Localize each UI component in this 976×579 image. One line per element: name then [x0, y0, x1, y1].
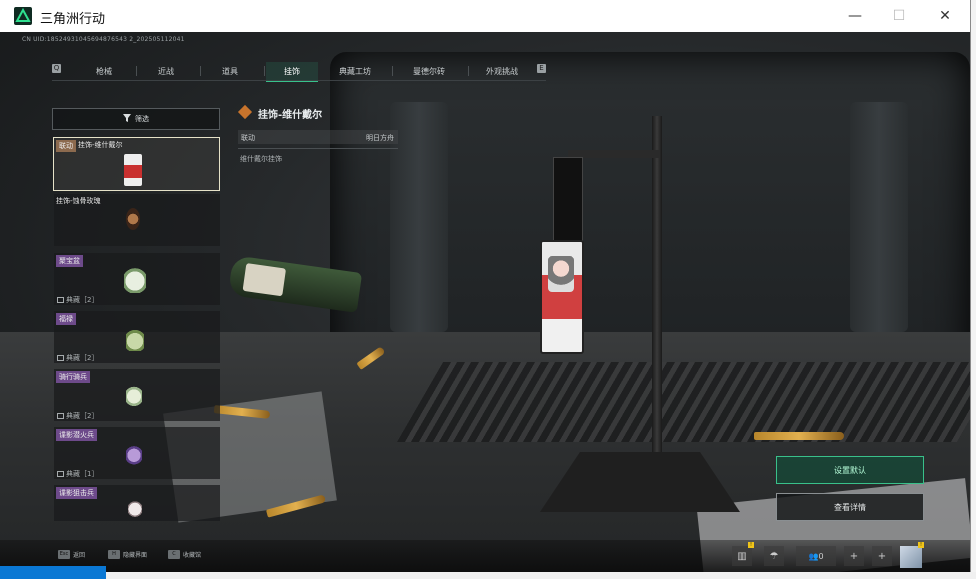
item-name: 挂饰-维什戴尔: [78, 141, 123, 149]
notification-badge: !: [918, 542, 924, 548]
image-icon: [57, 297, 64, 303]
key-h: H: [108, 550, 120, 559]
charm-item-card[interactable]: 骑行骑兵 典藏［2］: [54, 369, 220, 421]
charm-item-card[interactable]: 联动 挂饰-维什戴尔: [53, 137, 220, 191]
title-bar: 三角洲行动 — ☐ ✕: [0, 0, 970, 32]
item-name: 福禄: [56, 313, 76, 325]
hint-collection[interactable]: C 收藏馆: [168, 550, 201, 559]
hint-back[interactable]: Esc 返回: [58, 550, 85, 559]
key-c: C: [168, 550, 180, 559]
hint-label: 隐藏界面: [123, 552, 148, 559]
charm-stand-pole: [652, 116, 662, 486]
detail-title: 挂饰-维什戴尔: [258, 110, 323, 121]
charm-item-card[interactable]: 聚宝盆 典藏［2］: [54, 253, 220, 305]
taskbar-start-area[interactable]: [0, 566, 106, 579]
item-thumbnail: [124, 154, 142, 186]
bullet-prop: [754, 432, 844, 440]
filter-button[interactable]: 筛选: [52, 108, 220, 130]
item-thumbnail: [128, 497, 142, 519]
charm-item-card[interactable]: 挂饰-蚀骨玫瑰: [54, 194, 220, 246]
detail-description: 维什戴尔挂饰: [240, 155, 282, 163]
filter-label: 筛选: [135, 115, 149, 123]
taskbar: [0, 572, 976, 579]
crate-strap: [390, 102, 448, 332]
hint-hide-ui[interactable]: H 隐藏界面: [108, 550, 147, 559]
filter-icon: [123, 114, 131, 124]
squad-count: 0: [818, 551, 824, 561]
squad-icon[interactable]: 👥 0: [796, 546, 836, 566]
item-name: 骑行骑兵: [56, 371, 90, 383]
detail-divider: [238, 148, 398, 149]
charm-item-card[interactable]: 谍影潜火兵 典藏［1］: [54, 427, 220, 479]
tab-underline: [52, 80, 546, 81]
view-details-button[interactable]: 查看详情: [776, 493, 924, 521]
close-button[interactable]: ✕: [922, 0, 968, 32]
tab-appearance-challenge[interactable]: 外观挑战: [470, 62, 534, 80]
item-thumbnail: [126, 323, 144, 351]
charm-item-card[interactable]: 福禄 典藏［2］: [54, 311, 220, 363]
attribute-value: 明日方舟: [366, 134, 394, 142]
collection-count: 典藏［2］: [57, 353, 98, 363]
tab-mandel-brick[interactable]: 曼德尔砖: [394, 62, 464, 80]
detail-attribute-row: 联动 明日方舟: [238, 130, 398, 144]
app-logo-icon: [14, 7, 32, 25]
item-thumbnail: [126, 381, 142, 409]
avatar[interactable]: !: [900, 542, 924, 568]
item-thumbnail: [124, 263, 146, 293]
charm-preview[interactable]: [540, 240, 584, 354]
window-title: 三角洲行动: [40, 12, 106, 27]
tab-items[interactable]: 道具: [202, 62, 258, 80]
tab-separator: [392, 66, 393, 76]
tab-melee[interactable]: 近战: [138, 62, 194, 80]
hint-label: 收藏馆: [183, 552, 202, 559]
add-member-icon[interactable]: +: [872, 546, 892, 566]
item-name: 聚宝盆: [56, 255, 83, 267]
tab-charms[interactable]: 挂饰: [266, 62, 318, 82]
image-icon: [57, 355, 64, 361]
floor-grate: [396, 362, 970, 442]
collection-count: 典藏［1］: [57, 469, 98, 479]
game-window: 三角洲行动 — ☐ ✕ CN UID:18524931045694876543 …: [0, 0, 970, 572]
crate-strap: [850, 102, 908, 332]
key-esc: Esc: [58, 550, 70, 559]
tab-guns[interactable]: 枪械: [76, 62, 132, 80]
charm-strap: [553, 157, 583, 249]
maximize-button[interactable]: ☐: [876, 0, 922, 32]
tab-separator: [136, 66, 137, 76]
parachute-icon[interactable]: ☂: [764, 546, 784, 566]
charm-item-card[interactable]: 谍影狙击兵: [54, 485, 220, 521]
attribute-key: 联动: [241, 134, 255, 142]
image-icon: [57, 471, 64, 477]
item-name: 谍影狙击兵: [56, 487, 97, 499]
collection-count: 典藏［2］: [57, 295, 98, 305]
tab-separator: [200, 66, 201, 76]
tab-separator: [264, 66, 265, 76]
minimize-button[interactable]: —: [832, 0, 878, 32]
bottle-label: [242, 263, 287, 297]
stats-icon[interactable]: ▥!: [732, 542, 754, 566]
collection-count: 典藏［2］: [57, 411, 98, 421]
linkage-badge: 联动: [56, 140, 76, 152]
charm-artwork: [548, 256, 574, 292]
tab-collection-workshop[interactable]: 典藏工坊: [324, 62, 386, 80]
category-tabs: 枪械 近战 道具 挂饰 典藏工坊 曼德尔砖 外观挑战: [52, 62, 546, 82]
image-icon: [57, 413, 64, 419]
notification-badge: !: [748, 542, 754, 548]
item-name: 谍影潜火兵: [56, 429, 97, 441]
item-thumbnail: [126, 441, 142, 467]
tab-separator: [468, 66, 469, 76]
hint-label: 返回: [73, 552, 86, 559]
item-thumbnail: [126, 208, 140, 230]
set-default-button[interactable]: 设置默认: [776, 456, 924, 484]
uid-label: CN UID:18524931045694876543 2_2025051120…: [22, 36, 185, 43]
add-friend-icon[interactable]: +: [844, 546, 864, 566]
item-name: 挂饰-蚀骨玫瑰: [56, 197, 101, 205]
